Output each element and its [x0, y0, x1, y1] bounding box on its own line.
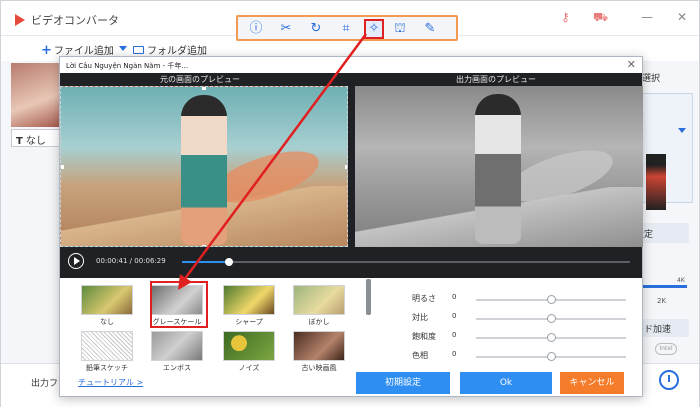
subtitle-value: なし: [25, 136, 46, 147]
app-title: ビデオコンバータ: [31, 14, 119, 27]
effect-icon[interactable]: ✧: [364, 19, 384, 39]
filter-label: エンボス: [163, 364, 191, 372]
filter-label: 古い映画風: [301, 364, 337, 372]
add-file-dropdown-icon[interactable]: [119, 46, 127, 51]
dialog-title: Lời Câu Nguyện Ngàn Năm - 千年...: [66, 62, 189, 70]
rotate-icon[interactable]: ↻: [308, 21, 324, 37]
filter-label: シャープ: [235, 318, 263, 326]
filter-pencil-sketch[interactable]: 鉛筆スケッチ: [78, 331, 136, 373]
watermark-icon[interactable]: ⛫: [392, 21, 408, 37]
subtitle-icon: T: [16, 136, 23, 147]
filter-old-film[interactable]: 古い映画風: [290, 331, 348, 373]
intel-toggle[interactable]: Intel: [655, 343, 677, 355]
filter-thumbnail: [223, 331, 275, 361]
info-icon[interactable]: ⓘ: [248, 21, 264, 37]
folder-icon: [133, 46, 144, 54]
contrast-slider[interactable]: [476, 314, 626, 323]
seek-progress: [182, 261, 230, 263]
slider-value: 0: [452, 331, 457, 339]
slider-label: 色相: [412, 351, 428, 360]
play-icon[interactable]: [68, 253, 84, 269]
output-format-card[interactable]: [639, 93, 693, 210]
file-thumbnail[interactable]: [11, 63, 59, 127]
tutorial-link[interactable]: チュートリアル >: [78, 377, 143, 388]
window-close-icon[interactable]: ✕: [677, 10, 687, 24]
slider-handle[interactable]: [546, 314, 556, 323]
edit-toolbar: ⓘ ✂ ↻ ⌗ ✧ ⛫ ✎: [236, 15, 458, 41]
output-preview: [355, 86, 643, 247]
filter-scrollbar[interactable]: [366, 279, 371, 315]
seek-handle[interactable]: [225, 258, 234, 266]
output-format-thumbnail: [646, 154, 666, 210]
brightness-slider-row: 明るさ 0: [412, 291, 642, 307]
plus-icon: +: [41, 43, 52, 58]
crop-handle[interactable]: [345, 165, 347, 169]
total-time: 00:06:29: [134, 257, 166, 265]
contrast-slider-row: 対比 0: [412, 310, 642, 326]
preview-dancer: [181, 95, 227, 245]
format-dropdown-icon[interactable]: [678, 128, 686, 133]
hue-slider[interactable]: [476, 352, 626, 361]
crop-icon[interactable]: ⌗: [338, 21, 354, 37]
slider-value: 0: [452, 312, 457, 320]
subtitle-edit-icon[interactable]: ✎: [422, 21, 438, 37]
filter-thumbnail: [81, 331, 133, 361]
ok-button[interactable]: Ok: [460, 372, 552, 394]
key-icon[interactable]: ⚷: [561, 10, 570, 24]
filter-grid: なし グレースケール シャープ ぼかし 鉛筆スケッチ エンボス ノイズ 古い映画…: [78, 285, 358, 375]
original-preview-label: 元の画面のプレビュー: [160, 75, 240, 84]
filter-noise[interactable]: ノイズ: [220, 331, 278, 373]
selected-filter-highlight: [150, 281, 208, 328]
filter-thumbnail: [81, 285, 133, 315]
crop-handle[interactable]: [202, 245, 206, 246]
filter-blur[interactable]: ぼかし: [290, 285, 348, 327]
alarm-clock-icon[interactable]: [659, 370, 679, 390]
quality-2k-label: 2K: [657, 297, 667, 305]
slider-handle[interactable]: [546, 333, 556, 342]
slider-handle[interactable]: [546, 295, 556, 304]
filter-thumbnail: [223, 285, 275, 315]
filter-none[interactable]: なし: [78, 285, 136, 327]
app-logo-icon: [15, 14, 25, 26]
slider-handle[interactable]: [546, 352, 556, 361]
preview-area: 元の画面のプレビュー 出力画面のプレビュー 00:00:41 / 00:06:2…: [60, 73, 643, 278]
player-controls: 00:00:41 / 00:06:29: [60, 251, 642, 278]
slider-value: 0: [452, 350, 457, 358]
seek-bar[interactable]: [182, 258, 630, 266]
filter-emboss[interactable]: エンボス: [148, 331, 206, 373]
hue-slider-row: 色相 0: [412, 348, 642, 364]
filter-label: ノイズ: [238, 364, 260, 372]
saturation-slider[interactable]: [476, 333, 626, 342]
slider-label: 明るさ: [412, 294, 436, 303]
crop-handle[interactable]: [202, 87, 206, 90]
cut-icon[interactable]: ✂: [278, 21, 294, 37]
filter-label: ぼかし: [308, 318, 330, 326]
effect-dialog: Lời Câu Nguyện Ngàn Năm - 千年... ✕ 元の画面のプ…: [59, 56, 643, 397]
slider-label: 飽和度: [412, 332, 436, 341]
filter-thumbnail: [293, 285, 345, 315]
filter-label: 鉛筆スケッチ: [86, 364, 128, 372]
original-preview[interactable]: [60, 86, 348, 247]
brightness-slider[interactable]: [476, 295, 626, 304]
filter-label: なし: [100, 318, 114, 326]
cancel-button[interactable]: キャンセル: [560, 372, 624, 394]
slider-value: 0: [452, 293, 457, 301]
time-display: 00:00:41 / 00:06:29: [96, 257, 166, 265]
cart-icon[interactable]: ⛟: [593, 10, 608, 26]
quality-4k-label: 4K: [677, 277, 685, 284]
filter-sharpen[interactable]: シャープ: [220, 285, 278, 327]
filter-thumbnail: [293, 331, 345, 361]
crop-handle[interactable]: [61, 165, 64, 169]
current-time: 00:00:41: [96, 257, 128, 265]
preview-dancer: [475, 94, 521, 244]
minimize-icon[interactable]: —: [641, 10, 653, 24]
filter-thumbnail: [151, 331, 203, 361]
output-preview-label: 出力画面のプレビュー: [456, 75, 536, 84]
slider-label: 対比: [412, 313, 428, 322]
dialog-close-icon[interactable]: ✕: [627, 58, 636, 71]
add-folder-button[interactable]: フォルダ追加: [133, 42, 207, 57]
saturation-slider-row: 飽和度 0: [412, 329, 642, 345]
reset-button[interactable]: 初期設定: [356, 372, 450, 394]
